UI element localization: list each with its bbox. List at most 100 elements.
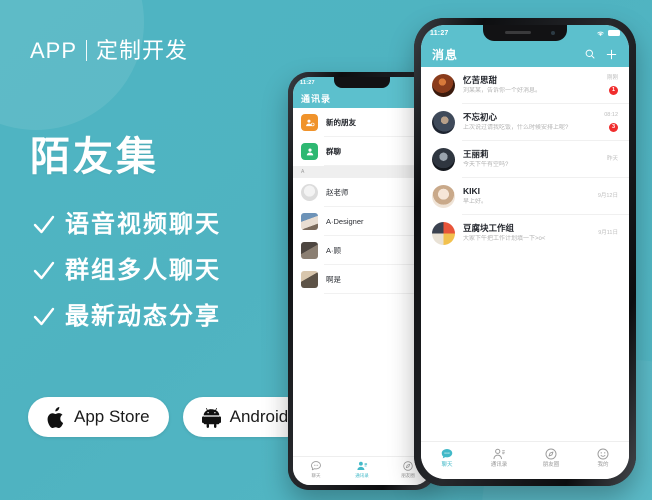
tab-moments[interactable]: 朋友圈 (525, 447, 577, 469)
phone-notch (334, 77, 390, 88)
contact-row[interactable]: A·顾 (293, 236, 431, 265)
message-row[interactable]: 豆腐块工作组 大家下午把工作计划填一下>o< 9月11日 (421, 215, 629, 252)
unread-badge: 1 (609, 86, 618, 96)
plus-icon[interactable] (605, 48, 618, 61)
promo-kicker: APP 定制开发 (30, 33, 188, 65)
tab-contacts[interactable]: 通讯录 (339, 460, 385, 479)
app-store-label: App Store (74, 407, 150, 426)
tab-label: 通讯录 (490, 462, 508, 468)
tab-label: 通讯录 (355, 473, 369, 478)
feature-item: 语音视频聊天 (32, 213, 221, 237)
contacts-title: 通讯录 (301, 94, 332, 104)
wifi-icon (597, 31, 604, 36)
check-icon (33, 215, 55, 234)
tab-chat[interactable]: 聊天 (293, 460, 339, 479)
message-body: 王丽莉 今天下午有空吗? (463, 149, 586, 170)
avatar (432, 185, 455, 208)
contacts-icon (357, 461, 368, 470)
message-row[interactable]: 忆苦思甜 刘某某，告诉你一个好消息。 刚刚 1 (421, 67, 629, 104)
avatar (301, 213, 318, 230)
messages-appbar: 消息 (421, 41, 629, 67)
contact-row[interactable]: 赵老师 (293, 178, 431, 207)
contacts-entry-new-friend[interactable]: 新的朋友 (293, 108, 431, 137)
avatar (432, 74, 455, 97)
message-time: 08:12 (604, 111, 618, 118)
message-preview: 今天下午有空吗? (463, 161, 509, 168)
person-add-glyph (305, 119, 314, 126)
tab-contacts[interactable]: 通讯录 (473, 447, 525, 469)
bottom-tab-bar: 聊天 通讯录 朋友圈 (293, 456, 431, 485)
message-meta: 刚刚 1 (592, 74, 618, 96)
message-sender: KIKI (463, 186, 480, 197)
avatar (432, 148, 455, 171)
status-indicators (596, 30, 620, 37)
battery-icon (608, 30, 620, 36)
phone-messages-mockup: 11:27 消息 忆苦思甜 刘某某，告诉你一个好消息。 刚刚 1 不忘初心 上次… (414, 18, 636, 486)
app-store-button[interactable]: App Store (28, 397, 169, 437)
tab-profile[interactable]: 我的 (577, 447, 629, 469)
message-meta: 昨天 (592, 156, 618, 163)
people-glyph (306, 148, 313, 155)
avatar (301, 242, 318, 259)
message-body: KIKI 早上好。 (463, 186, 586, 207)
chat-bubble-icon (311, 461, 321, 471)
message-row[interactable]: 不忘初心 上次说过请我吃饭，什么时候安排上呢? 08:12 3 (421, 104, 629, 141)
front-camera (551, 30, 555, 35)
phone-notch (483, 25, 567, 41)
tab-label: 聊天 (311, 473, 321, 478)
new-friend-icon (301, 114, 318, 131)
speaker-grill (505, 31, 531, 34)
compass-icon (403, 461, 413, 471)
message-sender: 忆苦思甜 (463, 75, 498, 86)
apple-icon (47, 406, 64, 428)
contacts-entry-label: 群聊 (326, 147, 341, 156)
tab-chat[interactable]: 聊天 (421, 447, 473, 469)
contact-name: A·Designer (326, 217, 364, 226)
avatar (301, 271, 318, 288)
promo-kicker-right: 定制开发 (96, 38, 189, 63)
avatar (301, 184, 318, 201)
phone-right-screen: 11:27 消息 忆苦思甜 刘某某，告诉你一个好消息。 刚刚 1 不忘初心 上次… (421, 25, 629, 479)
message-sender: 不忘初心 (463, 112, 498, 123)
android-icon (201, 407, 221, 428)
message-body: 不忘初心 上次说过请我吃饭，什么时候安排上呢? (463, 112, 586, 133)
message-row[interactable]: KIKI 早上好。 9月12日 (421, 178, 629, 215)
promo-kicker-left: APP (30, 38, 78, 63)
contacts-icon (493, 448, 505, 460)
check-icon (33, 261, 55, 280)
message-preview: 大家下午把工作计划填一下>o< (463, 235, 546, 242)
smiley-icon (597, 448, 609, 460)
contact-row[interactable]: 啊是 (293, 265, 431, 294)
promo-panel: APP 定制开发 陌友集 语音视频聊天 群组多人聊天 最新动态分享 App St… (0, 0, 308, 500)
poster-canvas: APP 定制开发 陌友集 语音视频聊天 群组多人聊天 最新动态分享 App St… (0, 0, 652, 500)
search-icon[interactable] (584, 48, 596, 60)
message-row[interactable]: 王丽莉 今天下午有空吗? 昨天 (421, 141, 629, 178)
message-preview: 早上好。 (463, 198, 488, 205)
message-time: 9月11日 (598, 229, 618, 236)
feature-item: 最新动态分享 (32, 305, 221, 329)
compass-icon (545, 448, 557, 460)
check-icon (33, 307, 55, 326)
contact-row[interactable]: A·Designer (293, 207, 431, 236)
message-body: 豆腐块工作组 大家下午把工作计划填一下>o< (463, 223, 586, 244)
contacts-index-letter: A (293, 166, 431, 178)
message-preview: 上次说过请我吃饭，什么时候安排上呢? (463, 124, 569, 131)
group-chat-icon (301, 143, 318, 160)
phone-left-screen: 11:27 通讯录 新的朋友 群聊 A 赵老师 A·Designer A·顾 啊… (293, 77, 431, 485)
avatar (432, 111, 455, 134)
tab-label: 聊天 (441, 462, 453, 468)
brand-title: 陌友集 (30, 135, 159, 179)
contact-name: 啊是 (326, 275, 341, 284)
store-buttons: App Store Android (28, 397, 308, 437)
android-label: Android (229, 407, 289, 426)
feature-label: 最新动态分享 (65, 303, 221, 330)
feature-list: 语音视频聊天 群组多人聊天 最新动态分享 (32, 213, 221, 351)
contacts-entry-group-chat[interactable]: 群聊 (293, 137, 431, 166)
contacts-entry-label: 新的朋友 (326, 118, 356, 127)
unread-badge: 3 (609, 123, 618, 133)
status-time: 11:27 (430, 29, 449, 37)
message-sender: 王丽莉 (463, 149, 489, 160)
chat-bubble-icon (441, 448, 453, 459)
message-meta: 9月11日 (592, 229, 618, 237)
message-time: 刚刚 (606, 74, 618, 81)
